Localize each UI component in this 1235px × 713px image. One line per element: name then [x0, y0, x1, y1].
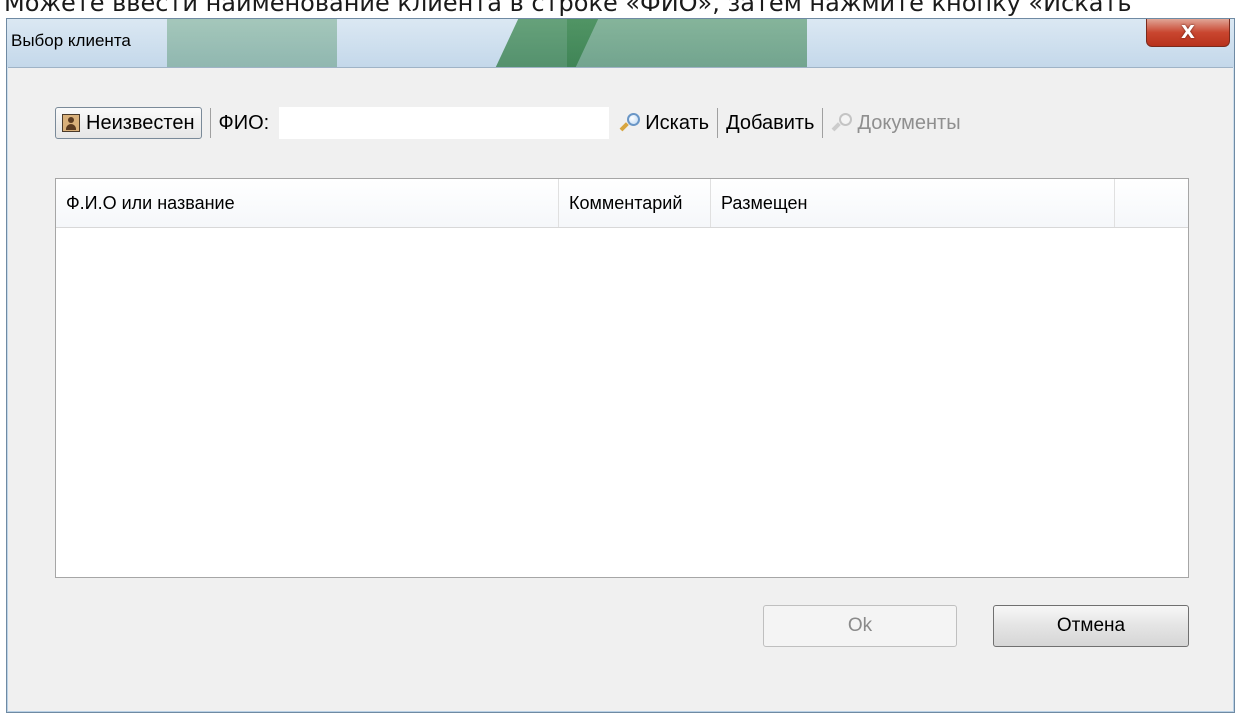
search-button[interactable]: Искать [619, 107, 709, 139]
column-header-extra[interactable] [1115, 179, 1188, 227]
documents-button[interactable]: Документы [831, 107, 961, 139]
table-header: Ф.И.О или название Комментарий Размещен [56, 179, 1188, 228]
add-label: Добавить [726, 111, 815, 134]
ok-button[interactable]: Ok [763, 605, 957, 647]
toolbar-separator [717, 108, 719, 138]
fio-label: ФИО: [218, 111, 270, 134]
close-icon: X [1181, 22, 1195, 43]
add-button[interactable]: Добавить [726, 107, 814, 139]
cancel-button[interactable]: Отмена [993, 605, 1189, 647]
toolbar: Неизвестен ФИО: Искать Добавить Документ… [55, 106, 961, 140]
dialog-body: Неизвестен ФИО: Искать Добавить Документ… [8, 67, 1233, 711]
toolbar-separator [822, 108, 824, 138]
column-header-placed[interactable]: Размещен [711, 179, 1115, 227]
fio-input[interactable] [279, 107, 610, 139]
column-header-comment[interactable]: Комментарий [559, 179, 711, 227]
instruction-text: Можете ввести наименование клиента в стр… [4, 0, 1132, 17]
person-icon [62, 114, 80, 132]
client-select-dialog: Выбор клиента X Неизвестен ФИО: Искать Д… [6, 18, 1235, 713]
background-decoration [167, 19, 337, 67]
window-title: Выбор клиента [11, 31, 131, 50]
unknown-client-label: Неизвестен [86, 111, 195, 134]
close-button[interactable]: X [1146, 19, 1230, 47]
unknown-client-button[interactable]: Неизвестен [55, 107, 202, 139]
background-decoration [567, 19, 807, 67]
search-label: Искать [645, 111, 710, 134]
column-header-name[interactable]: Ф.И.О или название [56, 179, 559, 227]
clients-table[interactable]: Ф.И.О или название Комментарий Размещен [55, 178, 1189, 578]
magnifier-icon [619, 112, 641, 134]
toolbar-separator [209, 108, 211, 138]
magnifier-icon [831, 112, 853, 134]
documents-label: Документы [857, 111, 961, 134]
title-bar: Выбор клиента X [7, 19, 1234, 67]
